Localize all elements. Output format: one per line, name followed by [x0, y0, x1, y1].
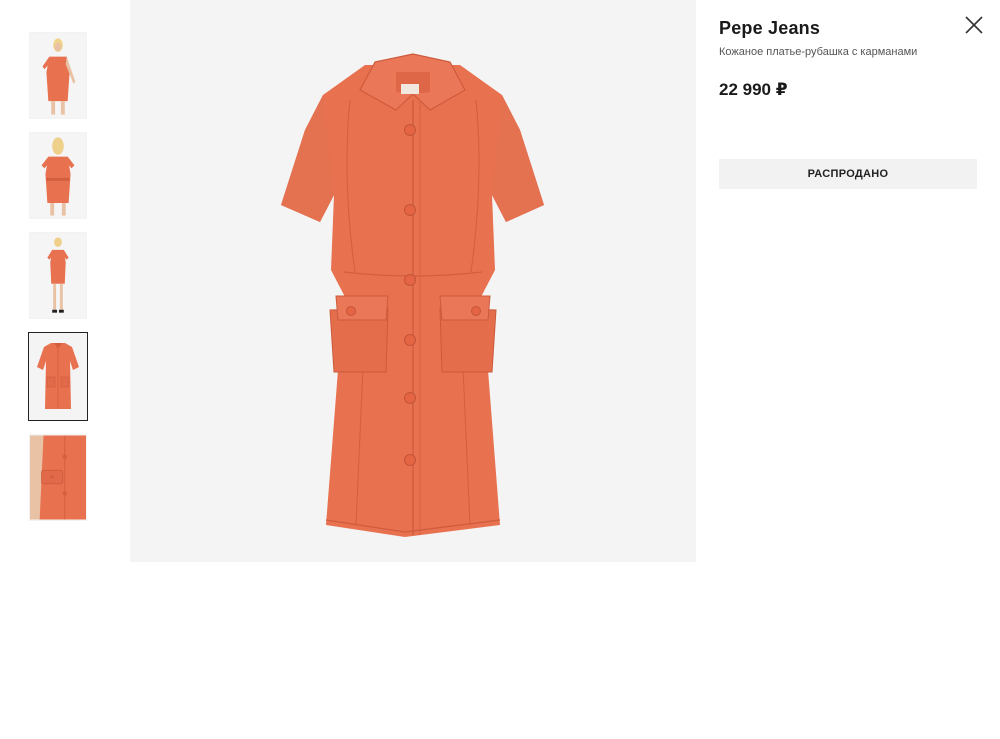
thumbnail-model-back[interactable] [29, 132, 87, 219]
sold-out-button[interactable]: РАСПРОДАНО [719, 159, 977, 189]
model-front-image [30, 33, 86, 118]
detail-closeup-image [30, 435, 86, 520]
thumbnail-model-front[interactable] [29, 32, 87, 119]
dress-illustration [130, 0, 696, 562]
product-flat-image [29, 333, 87, 420]
thumbnail-list [28, 32, 89, 534]
product-subtitle: Кожаное платье-рубашка с карманами [719, 46, 918, 58]
thumbnail-detail-closeup[interactable] [29, 434, 87, 521]
thumbnail-model-full[interactable] [29, 232, 87, 319]
product-info: Pepe Jeans Кожаное платье-рубашка с карм… [719, 16, 977, 189]
close-button[interactable] [963, 14, 985, 36]
main-product-image[interactable] [130, 0, 696, 562]
model-full-image [30, 233, 86, 318]
brand-name: Pepe Jeans [719, 18, 821, 38]
model-back-image [30, 133, 86, 218]
thumbnail-product-flat[interactable] [28, 332, 88, 421]
product-price: 22 990 ₽ [719, 80, 788, 99]
close-icon [965, 16, 983, 34]
